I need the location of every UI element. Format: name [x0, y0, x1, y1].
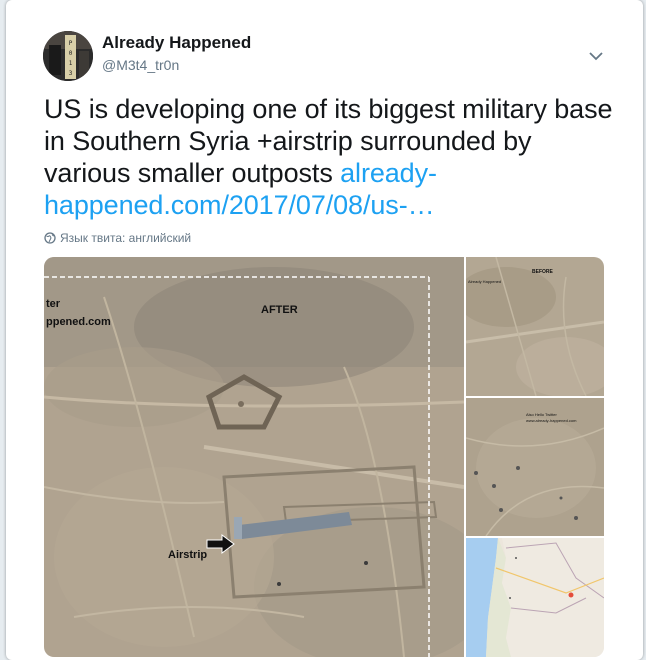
user-avatar[interactable]: P 0 1 3 — [43, 31, 93, 81]
media-label-site-2: ppened.com — [46, 316, 111, 328]
media-thumb-map[interactable] — [466, 538, 604, 657]
media-label-site-1: ter — [46, 298, 61, 310]
media-thumb-before[interactable]: BEFORE Already Happened — [456, 257, 604, 397]
svg-text:3: 3 — [69, 70, 73, 77]
globe-icon — [44, 232, 56, 244]
tweet-body: US is developing one of its biggest mili… — [44, 94, 613, 188]
svg-text:0: 0 — [69, 50, 73, 57]
avatar-text: P — [69, 40, 73, 47]
tweet-link-line1: already- — [340, 158, 437, 188]
avatar-image: P 0 1 3 — [43, 31, 93, 81]
thumb1-sublabel: Already Happened — [468, 279, 501, 284]
chevron-down-icon[interactable] — [586, 48, 606, 64]
media-thumb-outposts[interactable]: Also Hello Twitter www.already-happened.… — [465, 398, 604, 537]
media-label-after: AFTER — [261, 304, 298, 316]
user-handle[interactable]: @M3t4_tr0n — [102, 57, 179, 73]
tweet-language[interactable]: Язык твита: английский — [44, 231, 191, 245]
thumb1-label: BEFORE — [532, 269, 554, 275]
language-note: Язык твита: английский — [60, 231, 192, 245]
tweet-media: ter ppened.com AFTER Airstrip BEFORE Alr… — [44, 257, 604, 657]
thumb2-label-1: Also Hello Twitter — [526, 412, 557, 417]
media-label-airstrip: Airstrip — [168, 549, 207, 561]
tweet-link-line2: happened.com/2017/07/08/us-… — [44, 190, 435, 220]
media-main-image[interactable]: ter ppened.com AFTER Airstrip — [44, 257, 494, 657]
thumb2-label-2: www.already-happened.com — [526, 418, 577, 423]
svg-text:1: 1 — [69, 60, 73, 67]
tweet-card: P 0 1 3 Already Happened @M3t4_tr0n US i… — [6, 0, 643, 660]
user-name[interactable]: Already Happened — [102, 33, 251, 53]
tweet-text: US is developing one of its biggest mili… — [44, 93, 624, 221]
